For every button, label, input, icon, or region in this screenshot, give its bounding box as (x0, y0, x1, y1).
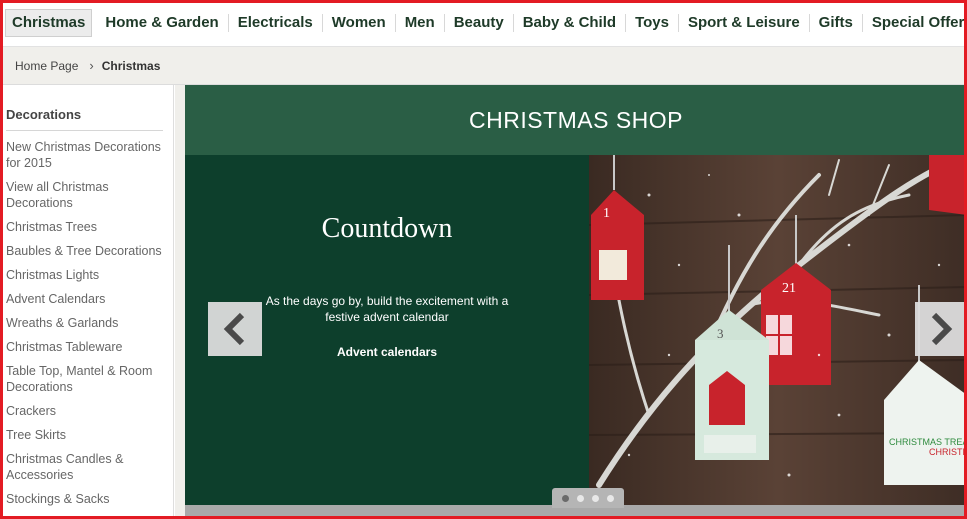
sidebar-link[interactable]: Christmas Trees (6, 219, 166, 235)
top-navigation: Christmas Home & Garden Electricals Women Me… (0, 0, 967, 47)
sidebar-link[interactable]: Wreaths & Garlands (6, 315, 166, 331)
carousel-dot[interactable] (562, 494, 569, 502)
breadcrumb-separator-icon: › (89, 58, 94, 73)
sidebar-heading: Decorations (6, 107, 163, 131)
sidebar-link[interactable]: Advent Calendars (6, 291, 166, 307)
nav-item-beauty[interactable]: Beauty (445, 14, 514, 32)
breadcrumb-current: Christmas (101, 58, 161, 73)
carousel-dot[interactable] (592, 494, 599, 502)
carousel-pagination (552, 488, 624, 508)
sidebar-link[interactable]: Baubles & Tree Decorations (6, 243, 166, 259)
slide-description: As the days go by, build the excitement … (265, 294, 509, 324)
sidebar-link[interactable]: Christmas Tableware (6, 339, 166, 355)
nav-item-christmas[interactable]: Christmas (5, 9, 93, 37)
sidebar: Decorations New Christmas Decorations fo… (0, 85, 174, 519)
svg-text:3: 3 (717, 326, 724, 341)
banner-title: CHRISTMAS SHOP (468, 106, 684, 133)
carousel-prev-button[interactable] (208, 302, 262, 356)
slide-image[interactable]: 1 21 3 CHRISTMAS TREATS CHRISTMAS (589, 155, 967, 505)
content-gutter (175, 85, 185, 519)
sidebar-link[interactable]: Table Top, Mantel & Room Decorations (6, 363, 166, 395)
nav-item-special-offers[interactable]: Special Offers (863, 14, 967, 32)
breadcrumb-home-link[interactable]: Home Page (15, 59, 78, 73)
svg-text:21: 21 (782, 281, 796, 296)
carousel-dot[interactable] (607, 494, 614, 502)
nav-item-baby-child[interactable]: Baby & Child (514, 14, 627, 32)
sidebar-link[interactable]: View all Christmas Decorations (6, 179, 166, 211)
carousel-next-button[interactable] (915, 302, 967, 356)
nav-item-sport-leisure[interactable]: Sport & Leisure (679, 14, 810, 32)
sidebar-link[interactable]: Christmas Lights (6, 267, 166, 283)
svg-text:CHRISTMAS TREATS: CHRISTMAS TREATS (889, 437, 967, 447)
svg-text:CHRISTMAS TREATS: CHRISTMAS TREATS (929, 447, 967, 457)
svg-text:1: 1 (603, 206, 610, 221)
sidebar-link[interactable]: Christmas Candles & Accessories (6, 451, 166, 483)
slide-heading: Countdown (321, 213, 453, 244)
advent-calendar-photo: 1 21 3 CHRISTMAS TREATS CHRISTMAS (589, 155, 967, 505)
nav-item-men[interactable]: Men (396, 14, 445, 32)
sidebar-link[interactable]: Tree Skirts (6, 427, 166, 443)
nav-item-home-garden[interactable]: Home & Garden (96, 14, 229, 32)
sidebar-link[interactable]: Crackers (6, 403, 166, 419)
sidebar-link[interactable]: Stockings & Sacks (6, 491, 166, 507)
nav-item-women[interactable]: Women (323, 14, 396, 32)
nav-item-toys[interactable]: Toys (626, 14, 679, 32)
sidebar-links: New Christmas Decorations for 2015 View a… (6, 139, 173, 507)
chevron-left-icon (223, 312, 245, 346)
chevron-right-icon (931, 312, 953, 346)
nav-item-electricals[interactable]: Electricals (229, 14, 323, 32)
carousel-dot[interactable] (577, 494, 584, 502)
banner-title-bar: CHRISTMAS SHOP (185, 85, 967, 155)
sidebar-link[interactable]: New Christmas Decorations for 2015 (6, 139, 166, 171)
nav-item-gifts[interactable]: Gifts (810, 14, 863, 32)
breadcrumb: Home Page › Christmas (0, 47, 967, 85)
